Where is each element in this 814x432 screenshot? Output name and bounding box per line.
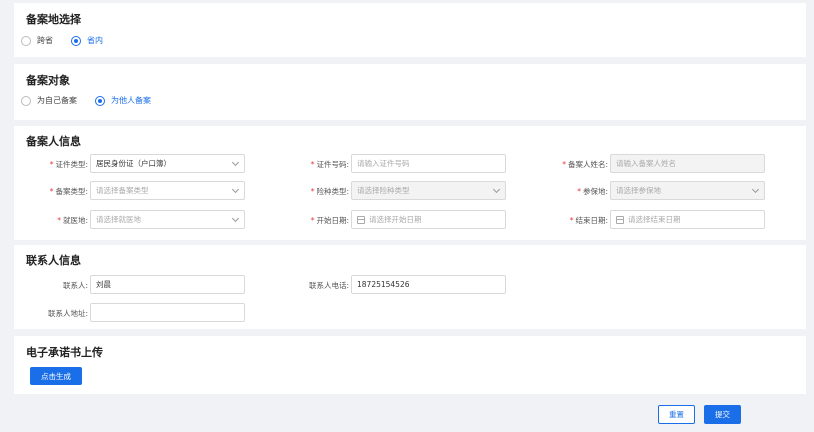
- filer-info-card: 备案人信息 * 证件类型: 居民身份证（户口簿） * 证件号码: 请输入证件号码 *…: [14, 126, 806, 240]
- filing-target-card: 备案对象 为自己备案 为他人备案: [14, 64, 806, 120]
- chevron-down-icon: [231, 185, 240, 194]
- filing-type-label: * 备案类型:: [49, 187, 88, 196]
- filer-info-title: 备案人信息: [26, 135, 81, 148]
- radio-others[interactable]: [95, 95, 105, 106]
- end-date-label: * 结束日期:: [569, 216, 608, 225]
- contact-info-title: 联系人信息: [26, 254, 81, 267]
- radio-others-label[interactable]: 为他人备案: [111, 95, 151, 106]
- reset-button[interactable]: 重置: [658, 405, 695, 424]
- radio-cross-province[interactable]: [21, 35, 31, 46]
- contact-phone-input[interactable]: 18725154526: [351, 275, 506, 294]
- insurance-type-select[interactable]: 请选择险种类型: [351, 181, 506, 200]
- filing-location-radio-group: 跨省 省内: [21, 35, 121, 46]
- insurance-type-placeholder: 请选择险种类型: [357, 186, 410, 195]
- id-number-label: * 证件号码:: [310, 160, 349, 169]
- id-type-label: * 证件类型:: [49, 160, 88, 169]
- submit-button[interactable]: 提交: [704, 405, 741, 424]
- filer-name-label: * 备案人姓名:: [562, 160, 608, 169]
- start-date-picker[interactable]: 请选择开始日期: [351, 210, 506, 229]
- upload-title: 电子承诺书上传: [26, 346, 103, 359]
- generate-button[interactable]: 点击生成: [30, 367, 82, 385]
- filing-target-title: 备案对象: [26, 74, 70, 87]
- contact-name-value: 刘晨: [96, 280, 111, 289]
- calendar-icon: [616, 215, 624, 224]
- contact-phone-label: 联系人电话:: [308, 281, 349, 290]
- upload-card: 电子承诺书上传 点击生成: [14, 336, 806, 394]
- id-number-placeholder: 请输入证件号码: [357, 159, 410, 168]
- id-type-value: 居民身份证（户口簿）: [96, 159, 171, 168]
- start-date-placeholder: 请选择开始日期: [369, 215, 422, 224]
- calendar-icon: [357, 215, 365, 224]
- insurance-type-label: * 险种类型:: [310, 187, 349, 196]
- medical-place-label: * 就医地:: [57, 216, 88, 225]
- filing-type-placeholder: 请选择备案类型: [96, 186, 149, 195]
- contact-phone-value: 18725154526: [357, 280, 410, 289]
- contact-address-label: 联系人地址:: [47, 309, 88, 318]
- insured-place-placeholder: 请选择参保地: [616, 186, 661, 195]
- end-date-picker[interactable]: 请选择结束日期: [610, 210, 765, 229]
- contact-name-input[interactable]: 刘晨: [90, 275, 245, 294]
- chevron-down-icon: [492, 185, 501, 194]
- radio-cross-province-label[interactable]: 跨省: [37, 35, 53, 46]
- radio-self-label[interactable]: 为自己备案: [37, 95, 77, 106]
- filing-location-title: 备案地选择: [26, 13, 81, 26]
- radio-self[interactable]: [21, 95, 31, 106]
- insured-place-select[interactable]: 请选择参保地: [610, 181, 765, 200]
- id-type-select[interactable]: 居民身份证（户口簿）: [90, 154, 245, 173]
- medical-place-placeholder: 请选择就医地: [96, 215, 141, 224]
- contact-name-label: 联系人:: [62, 281, 88, 290]
- contact-address-input[interactable]: [90, 303, 245, 322]
- filer-name-input[interactable]: 请输入备案人姓名: [610, 154, 765, 173]
- medical-place-select[interactable]: 请选择就医地: [90, 210, 245, 229]
- radio-in-province-label[interactable]: 省内: [87, 35, 103, 46]
- filing-type-select[interactable]: 请选择备案类型: [90, 181, 245, 200]
- start-date-label: * 开始日期:: [310, 216, 349, 225]
- filer-name-placeholder: 请输入备案人姓名: [616, 159, 676, 168]
- chevron-down-icon: [751, 185, 760, 194]
- chevron-down-icon: [231, 214, 240, 223]
- filing-location-card: 备案地选择 跨省 省内: [14, 3, 806, 57]
- radio-in-province[interactable]: [71, 35, 81, 46]
- contact-info-card: 联系人信息 联系人: 刘晨 联系人电话: 18725154526 联系人地址:: [14, 245, 806, 329]
- end-date-placeholder: 请选择结束日期: [628, 215, 681, 224]
- filing-target-radio-group: 为自己备案 为他人备案: [21, 95, 169, 106]
- insured-place-label: * 参保地:: [577, 187, 608, 196]
- chevron-down-icon: [231, 158, 240, 167]
- id-number-input[interactable]: 请输入证件号码: [351, 154, 506, 173]
